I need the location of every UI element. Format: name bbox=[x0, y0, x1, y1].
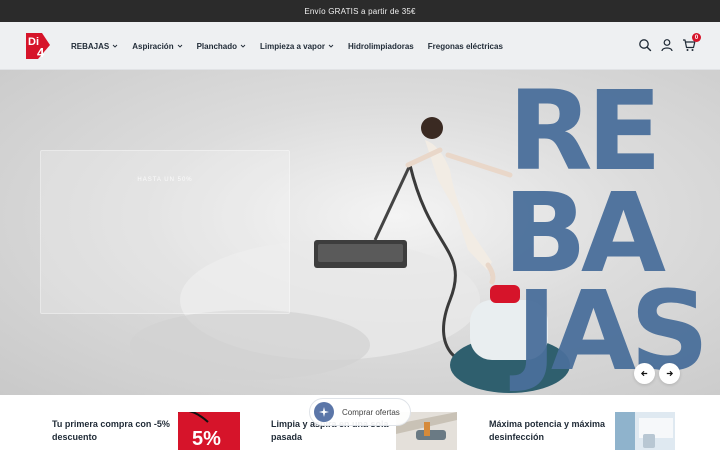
arrow-right-icon bbox=[666, 370, 674, 377]
sparkle-icon bbox=[314, 402, 334, 422]
site-header: Di 4 REBAJAS Aspiración Planchado Limpie… bbox=[0, 22, 720, 70]
announcement-text: Envío GRATIS a partir de 35€ bbox=[304, 6, 416, 16]
slider-prev-button[interactable] bbox=[634, 363, 655, 384]
nav-item-aspiracion[interactable]: Aspiración bbox=[132, 42, 182, 51]
hero-text-panel: HASTA UN 50% bbox=[40, 150, 290, 314]
chevron-down-icon bbox=[240, 44, 246, 48]
slider-next-button[interactable] bbox=[659, 363, 680, 384]
nav-item-hidrolimpiadoras[interactable]: Hidrolimpiadoras bbox=[348, 42, 414, 51]
svg-text:4: 4 bbox=[37, 45, 45, 60]
search-icon[interactable] bbox=[638, 38, 652, 52]
feature-title: Máxima potencia y máxima desinfección bbox=[489, 419, 606, 442]
arrow-left-icon bbox=[640, 370, 648, 377]
shop-offers-label: Comprar ofertas bbox=[342, 407, 400, 417]
nav-item-limpieza-vapor[interactable]: Limpieza a vapor bbox=[260, 42, 334, 51]
shop-offers-chip[interactable]: Comprar ofertas bbox=[309, 398, 411, 426]
feature-item[interactable]: Tu primera compra con -5% descuento 5% bbox=[52, 395, 242, 450]
discount-badge-label: 5% bbox=[192, 428, 221, 450]
cart-count-badge: 0 bbox=[692, 33, 701, 42]
header-actions: 0 bbox=[638, 33, 701, 52]
nav-item-label: REBAJAS bbox=[71, 41, 110, 51]
feature-title: Tu primera compra con -5% descuento bbox=[52, 419, 170, 442]
chevron-down-icon bbox=[328, 44, 334, 48]
feature-item[interactable]: Máxima potencia y máxima desinfección bbox=[489, 395, 679, 450]
hero-banner[interactable]: RE BA JAS HASTA UN 50% bbox=[0, 70, 720, 395]
chevron-down-icon bbox=[112, 44, 118, 48]
nav-item-label: Aspiración bbox=[132, 41, 174, 51]
nav-item-planchado[interactable]: Planchado bbox=[197, 42, 246, 51]
nav-item-label: Hidrolimpiadoras bbox=[347, 41, 414, 51]
nav-item-rebajas[interactable]: REBAJAS bbox=[71, 42, 118, 51]
chevron-down-icon bbox=[177, 44, 182, 48]
cart-icon[interactable]: 0 bbox=[682, 33, 701, 52]
user-icon[interactable] bbox=[660, 38, 674, 52]
announcement-bar: Envío GRATIS a partir de 35€ bbox=[0, 0, 720, 22]
nav-item-label: Limpieza a vapor bbox=[260, 41, 325, 51]
hero-subtitle: HASTA UN 50% bbox=[137, 177, 193, 183]
discount-badge-image: 5% bbox=[178, 412, 240, 450]
main-nav: REBAJAS Aspiración Planchado Limpieza a … bbox=[71, 22, 503, 70]
nav-item-label: Fregonas eléctricas bbox=[427, 41, 503, 51]
nav-item-label: Planchado bbox=[196, 41, 238, 51]
disinfection-image bbox=[615, 412, 675, 450]
brand-logo[interactable]: Di 4 bbox=[24, 31, 52, 61]
nav-item-fregonas[interactable]: Fregonas eléctricas bbox=[428, 42, 503, 51]
